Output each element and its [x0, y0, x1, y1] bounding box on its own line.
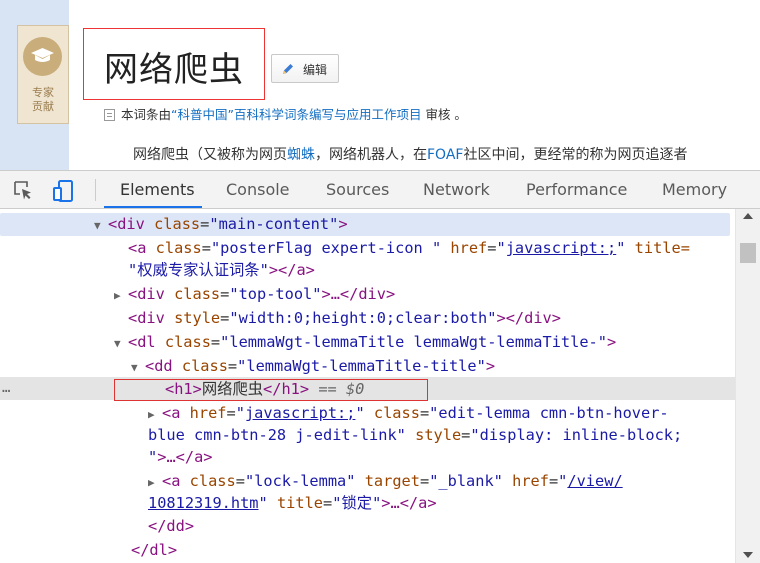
tab-network[interactable]: Network [423, 171, 490, 208]
source-prefix: 本词条由 [121, 107, 172, 122]
dom-node-edit-lemma-end[interactable]: ">…</a> [148, 446, 213, 468]
summary-link-foaf[interactable]: FOAF [427, 147, 463, 163]
toolbar-separator [95, 179, 96, 201]
tab-console[interactable]: Console [226, 171, 290, 208]
dom-node-lemma-title-dd[interactable]: ▼ <dd class="lemmaWgt-lemmaTitle-title"> [131, 355, 495, 377]
dom-node-main-content[interactable]: ▼ <div class="main-content"> [94, 213, 348, 235]
summary-text-1: 网络爬虫（又被称为网页 [133, 147, 287, 163]
active-tab-indicator [104, 206, 202, 208]
page-title: 网络爬虫 [104, 50, 244, 90]
expanded-triangle-icon[interactable]: ▼ [94, 215, 108, 237]
h1-annotation-box [114, 379, 428, 401]
tab-performance[interactable]: Performance [526, 171, 627, 208]
baike-page: 专家 贡献 网络爬虫 编辑 本词条由“科普中国”百科科学词条编写与应用工作项目 … [0, 0, 760, 170]
expert-label-line2: 贡献 [32, 100, 54, 113]
lemma-summary: 网络爬虫（又被称为网页蜘蛛，网络机器人，在FOAF社区中间，更经常的称为网页追逐… [133, 144, 687, 164]
edit-button[interactable]: 编辑 [271, 54, 339, 83]
expert-label-line1: 专家 [32, 86, 54, 99]
summary-text-3: 社区中间，更经常的称为网页追逐者 [463, 147, 688, 163]
lemma-title-highlight: 网络爬虫 [83, 28, 265, 100]
edit-button-label: 编辑 [303, 63, 328, 77]
dom-node-clear-div[interactable]: <div style="width:0;height:0;clear:both"… [128, 307, 561, 329]
expanded-triangle-icon[interactable]: ▼ [114, 333, 128, 355]
document-icon [104, 109, 115, 121]
collapsed-triangle-icon[interactable]: ▶ [148, 472, 162, 494]
dom-node-top-tool[interactable]: ▶ <div class="top-tool">…</div> [114, 283, 395, 305]
expert-badge[interactable]: 专家 贡献 [0, 0, 69, 170]
expanded-triangle-icon[interactable]: ▼ [131, 357, 145, 379]
source-suffix: 审核 。 [421, 107, 467, 122]
expert-label: 专家 贡献 [18, 86, 68, 114]
scroll-up-arrow-icon[interactable] [743, 213, 753, 219]
scroll-down-arrow-icon[interactable] [743, 552, 753, 558]
pencil-icon [283, 64, 293, 74]
dom-node-lock-lemma[interactable]: ▶ <a class="lock-lemma" target="_blank" h… [148, 470, 623, 492]
inspect-element-icon[interactable] [14, 181, 34, 201]
tab-memory[interactable]: Memory [662, 171, 727, 208]
dom-tree-scrollbar[interactable] [735, 209, 760, 563]
expert-card[interactable]: 专家 贡献 [17, 25, 69, 124]
dom-node-poster-flag[interactable]: <a class="posterFlag expert-icon " href=… [128, 237, 690, 259]
dom-node-edit-lemma[interactable]: ▶ <a href="javascript:;" class="edit-lemm… [148, 402, 669, 424]
tab-elements[interactable]: Elements [120, 171, 195, 208]
devtools-panel: Elements Console Sources Network Perform… [0, 170, 760, 563]
dom-node-edit-lemma-cont[interactable]: blue cmn-btn-28 j-edit-link" style="disp… [148, 424, 682, 446]
summary-link-spider[interactable]: 蜘蛛 [287, 147, 315, 163]
source-line: 本词条由“科普中国”百科科学词条编写与应用工作项目 审核 。 [104, 104, 467, 123]
devtools-toolbar: Elements Console Sources Network Perform… [0, 171, 760, 209]
graduation-cap-icon [31, 48, 54, 62]
scroll-thumb[interactable] [740, 243, 756, 263]
dom-node-dd-close[interactable]: </dd> [148, 515, 194, 537]
dom-node-dl-close[interactable]: </dl> [131, 539, 177, 561]
collapsed-triangle-icon[interactable]: ▶ [148, 404, 162, 426]
tab-sources[interactable]: Sources [326, 171, 389, 208]
summary-text-2: ，网络机器人，在 [315, 147, 427, 163]
expert-circle [23, 37, 62, 76]
collapsed-triangle-icon[interactable]: ▶ [114, 285, 128, 307]
dom-node-lemma-title-dl[interactable]: ▼ <dl class="lemmaWgt-lemmaTitle lemmaWgt… [114, 331, 616, 353]
dom-node-poster-flag-cont[interactable]: "权威专家认证词条"></a> [128, 259, 315, 281]
more-actions-icon[interactable]: … [2, 377, 10, 400]
dom-node-lock-lemma-cont[interactable]: 10812319.htm" title="锁定">…</a> [148, 492, 437, 514]
source-link[interactable]: “科普中国”百科科学词条编写与应用工作项目 [171, 107, 421, 122]
device-toolbar-icon[interactable] [52, 179, 76, 203]
dom-tree: … ▼ <div class="main-content"> <a class="… [0, 209, 735, 563]
